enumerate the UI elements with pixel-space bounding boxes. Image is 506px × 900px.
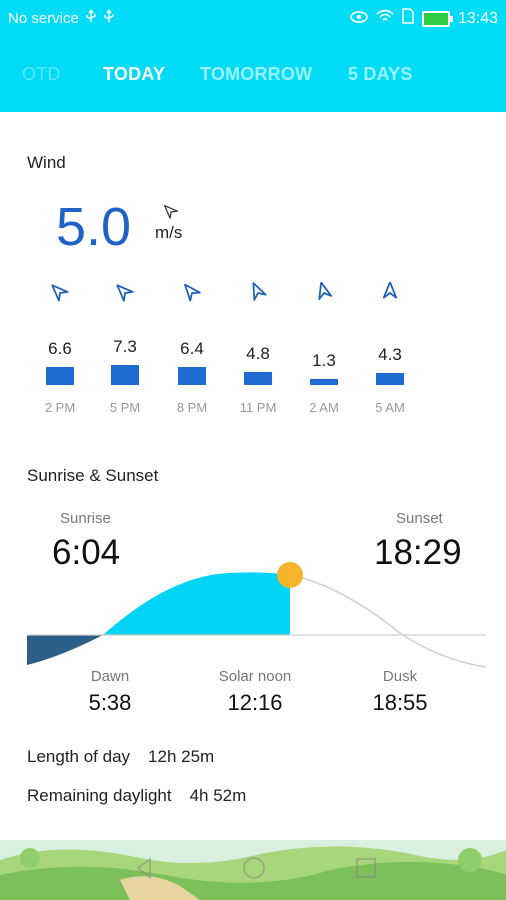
sunset-label: Sunset (396, 510, 443, 527)
wind-unit: m/s (155, 223, 183, 242)
app-header: No service 13:43 OTD TODAY TOMORROW 5 DA… (0, 0, 506, 112)
wind-speed-value: 7.3 (113, 337, 137, 356)
dawn-label: Dawn (90, 668, 130, 685)
sun-path-chart (27, 562, 487, 668)
wind-current-value: 5.0 (56, 197, 132, 257)
remaining-daylight-row: Remaining daylight 4h 52m (27, 786, 246, 806)
dusk-label: Dusk (382, 668, 418, 685)
wind-forecast-item: 1.3 2 AM (294, 280, 354, 420)
wind-forecast-item: 6.6 2 PM (30, 280, 90, 420)
wind-arrow-icon (184, 283, 201, 302)
wind-forecast-item: 4.8 11 PM (228, 280, 288, 420)
length-of-day-value: 12h 25m (148, 747, 215, 766)
home-icon[interactable] (240, 854, 268, 882)
wind-speed-bar (244, 372, 272, 385)
tab-bar: OTD TODAY TOMORROW 5 DAYS (0, 60, 506, 90)
dusk-time: 18:55 (372, 690, 428, 715)
no-service-text: No service (8, 9, 79, 27)
wind-arrow-icon (116, 284, 134, 302)
status-bar: No service 13:43 (0, 0, 506, 36)
solar-noon-time: 12:16 (227, 690, 283, 715)
usb-icon (85, 9, 97, 27)
usb-icon (103, 9, 115, 27)
sun-marker (277, 562, 303, 588)
wind-forecast-time: 2 PM (44, 400, 76, 415)
wind-forecast-time: 11 PM (239, 400, 277, 415)
wind-speed-bar (310, 379, 338, 385)
wind-direction-icon (164, 205, 178, 219)
wifi-icon (376, 9, 394, 28)
battery-icon (421, 10, 453, 27)
length-of-day-row: Length of day 12h 25m (27, 747, 214, 767)
tab-today[interactable]: TODAY (103, 64, 165, 85)
wind-forecast-time: 2 AM (309, 400, 339, 415)
wind-speed-value: 4.8 (246, 344, 270, 363)
wind-arrow-icon (318, 282, 333, 300)
wind-title: Wind (27, 153, 66, 172)
wind-arrow-icon (51, 284, 69, 302)
wind-arrow-icon (382, 282, 398, 299)
wind-forecast-item: 7.3 5 PM (95, 280, 155, 420)
sim-icon (402, 8, 414, 29)
wind-speed-value: 1.3 (312, 351, 336, 370)
wind-speed-value: 6.6 (48, 339, 72, 358)
solar-noon-label: Solar noon (218, 668, 292, 685)
length-of-day-label: Length of day (27, 747, 131, 766)
wind-speed-bar (376, 373, 404, 385)
wind-speed-value: 4.3 (378, 345, 402, 364)
status-right: 13:43 (350, 8, 498, 29)
remaining-daylight-label: Remaining daylight (27, 786, 172, 805)
dawn-time: 5:38 (88, 690, 132, 715)
wind-speed-bar (111, 365, 139, 385)
eye-icon (350, 10, 368, 28)
wind-arrow-icon (252, 282, 267, 301)
wind-forecast-item: 4.3 5 AM (360, 280, 420, 420)
recents-icon[interactable] (352, 854, 380, 882)
daylight-area (103, 572, 290, 635)
wind-speed-bar (178, 367, 206, 385)
clock: 13:43 (457, 9, 498, 27)
tab-tomorrow[interactable]: TOMORROW (200, 64, 312, 85)
night-area (27, 635, 103, 665)
sunrise-label: Sunrise (60, 510, 111, 527)
wind-forecast: 6.6 2 PM 7.3 5 PM 6.4 8 PM 4.8 11 PM 1.3 2 AM 4.3 5… (0, 280, 506, 420)
wind-forecast-item: 6.4 8 PM (162, 280, 222, 420)
sun-title: Sunrise & Sunset (27, 466, 159, 485)
tab-otd[interactable]: OTD (22, 64, 61, 85)
back-icon[interactable] (130, 854, 158, 882)
navigation-bar (0, 840, 506, 900)
remaining-daylight-value: 4h 52m (189, 786, 247, 805)
wind-forecast-time: 8 PM (176, 400, 208, 415)
remaining-path (289, 574, 487, 668)
tab-5-days[interactable]: 5 DAYS (348, 64, 413, 85)
wind-speed-value: 6.4 (180, 339, 204, 358)
wind-speed-bar (46, 367, 74, 385)
status-left: No service (8, 9, 115, 27)
wind-forecast-time: 5 PM (109, 400, 141, 415)
wind-forecast-time: 5 AM (375, 400, 405, 415)
